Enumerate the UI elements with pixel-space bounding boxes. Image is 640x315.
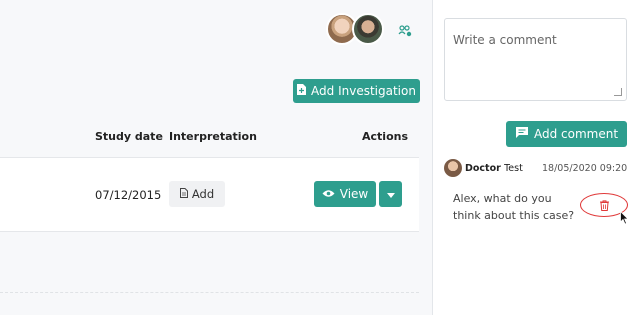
study-date-cell: 07/12/2015 <box>95 188 162 202</box>
view-button[interactable]: View <box>314 181 376 207</box>
view-label: View <box>339 187 369 201</box>
column-header-actions: Actions <box>362 130 408 143</box>
add-comment-button[interactable]: Add comment <box>506 121 627 147</box>
view-dropdown-toggle[interactable] <box>379 181 402 207</box>
eye-icon <box>322 187 335 201</box>
resize-handle[interactable] <box>614 88 622 96</box>
comment-textarea[interactable] <box>445 19 626 100</box>
column-header-interpretation[interactable]: Interpretation <box>169 130 257 143</box>
comment-author-last: Test <box>504 163 523 174</box>
comment-author: Doctor Test <box>465 163 523 174</box>
file-plus-icon <box>297 84 307 98</box>
divider <box>0 292 419 293</box>
add-interpretation-button[interactable]: Add <box>169 181 225 207</box>
comment-author-first: Doctor <box>465 163 501 174</box>
mouse-cursor-icon <box>620 210 629 225</box>
avatar <box>444 159 462 177</box>
trash-icon <box>599 196 609 215</box>
main-panel: Add Investigation Study date Interpretat… <box>0 0 432 315</box>
file-icon <box>179 187 188 201</box>
avatar[interactable] <box>352 13 384 45</box>
comment-text: Alex, what do you think about this case? <box>453 192 575 222</box>
column-header-study-date[interactable]: Study date <box>95 130 163 143</box>
add-interpretation-label: Add <box>191 187 215 201</box>
comment-date: 18/05/2020 09:20 <box>542 163 628 174</box>
add-comment-label: Add comment <box>533 127 619 141</box>
comment-icon <box>515 126 529 142</box>
comment-input[interactable] <box>444 18 627 101</box>
caret-down-icon <box>386 187 395 201</box>
add-investigation-label: Add Investigation <box>311 84 416 98</box>
add-investigation-button[interactable]: Add Investigation <box>293 79 420 103</box>
group-settings-icon[interactable] <box>392 20 418 42</box>
